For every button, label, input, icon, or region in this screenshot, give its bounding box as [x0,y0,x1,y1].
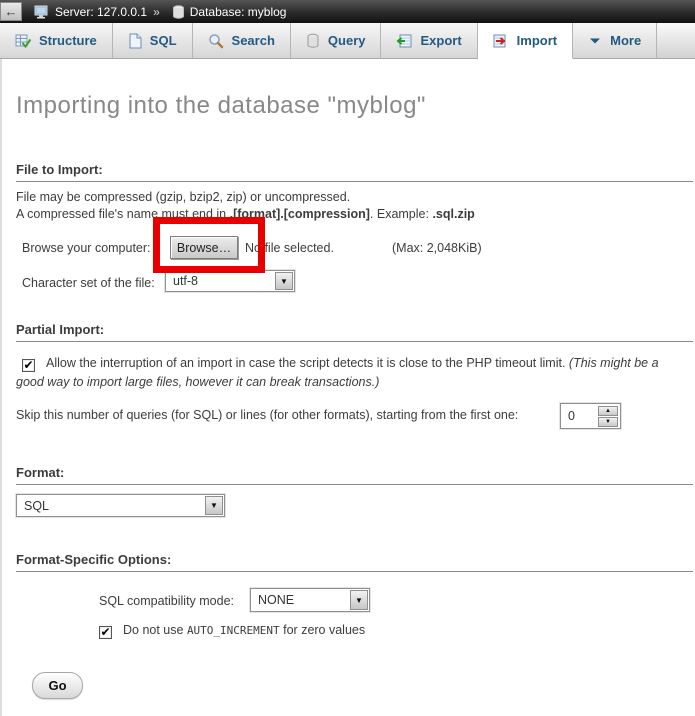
chevron-down-icon[interactable]: ▼ [275,272,293,290]
auto-increment-keyword: AUTO_INCREMENT [187,624,280,637]
server-icon [34,5,50,19]
section-heading-file-to-import: File to Import: [16,162,693,182]
tab-query[interactable]: Query [291,23,382,58]
main-content: Importing into the database "myblog" Fil… [0,59,695,716]
format-compression-pattern: .[format].[compression] [230,207,370,221]
tab-label: Export [420,33,461,48]
sql-icon [128,33,142,49]
compression-line1: File may be compressed (gzip, bzip2, zip… [16,190,350,204]
tab-label: Search [232,33,275,48]
tab-structure[interactable]: Structure [0,23,113,58]
stepper-buttons: ▲ ▼ [598,406,618,426]
browse-label: Browse your computer: [22,241,151,255]
charset-select[interactable]: utf-8 ▼ [165,270,295,292]
chevron-down-icon[interactable]: ▼ [350,590,368,610]
max-size-text: (Max: 2,048KiB) [392,241,482,255]
section-heading-format: Format: [16,465,693,485]
skip-queries-label: Skip this number of queries (for SQL) or… [16,408,518,422]
allow-interruption-text: Allow the interruption of an import in c… [46,356,569,370]
breadcrumb-server[interactable]: Server: 127.0.0.1 [55,5,147,19]
auto-increment-checkbox[interactable]: ✔ [99,626,112,639]
auto-increment-prefix: Do not use [123,623,187,637]
search-icon [208,33,224,49]
section-heading-partial-import: Partial Import: [16,322,693,342]
database-icon [172,5,185,19]
sql-compatibility-value: NONE [258,593,294,607]
breadcrumb-separator: » [153,5,160,19]
allow-interruption-row: ✔ Allow the interruption of an import in … [16,354,680,392]
tab-label: More [610,33,641,48]
auto-increment-row: ✔ Do not use AUTO_INCREMENT for zero valu… [99,623,365,639]
tab-label: SQL [150,33,177,48]
tab-label: Structure [39,33,97,48]
breadcrumb-database[interactable]: Database: myblog [190,5,287,19]
compression-line2-mid: . Example: [370,207,433,221]
allow-interruption-checkbox[interactable]: ✔ [22,359,35,372]
auto-increment-suffix: for zero values [280,623,365,637]
back-button[interactable]: ← [0,2,22,21]
import-icon [493,33,509,49]
tab-import[interactable]: Import [478,23,573,59]
format-select[interactable]: SQL ▼ [16,494,225,517]
charset-label: Character set of the file: [22,276,155,290]
tab-label: Import [517,33,557,48]
tab-bar: Structure SQL Search Query Export Import [0,23,695,59]
section-heading-format-options: Format-Specific Options: [16,552,693,572]
tab-sql[interactable]: SQL [113,23,193,58]
tab-more[interactable]: More [573,23,657,58]
sql-compatibility-select[interactable]: NONE ▼ [250,588,370,612]
tab-export[interactable]: Export [381,23,477,58]
back-arrow-icon: ← [5,4,18,19]
tab-search[interactable]: Search [193,23,291,58]
go-button[interactable]: Go [32,672,83,699]
sql-compatibility-label: SQL compatibility mode: [99,594,234,608]
query-icon [306,33,320,49]
chevron-down-icon[interactable]: ▼ [205,496,223,515]
skip-queries-value: 0 [568,409,575,423]
page-title: Importing into the database "myblog" [16,92,426,120]
breadcrumb-bar: ← Server: 127.0.0.1 » Database: myblog [0,0,695,23]
no-file-selected-text: No file selected. [245,241,334,255]
structure-icon [15,33,31,49]
chevron-down-icon [588,35,602,47]
format-select-value: SQL [24,499,49,513]
skip-queries-stepper[interactable]: 0 ▲ ▼ [560,403,621,429]
stepper-down-icon[interactable]: ▼ [598,417,618,427]
tab-label: Query [328,33,366,48]
compression-line2-prefix: A compressed file's name must end in [16,207,230,221]
export-icon [396,33,412,49]
example-extension: .sql.zip [432,207,474,221]
browse-button[interactable]: Browse… [170,236,238,259]
compression-info-text: File may be compressed (gzip, bzip2, zip… [16,189,475,222]
stepper-up-icon[interactable]: ▲ [598,406,618,416]
charset-select-value: utf-8 [173,274,198,288]
